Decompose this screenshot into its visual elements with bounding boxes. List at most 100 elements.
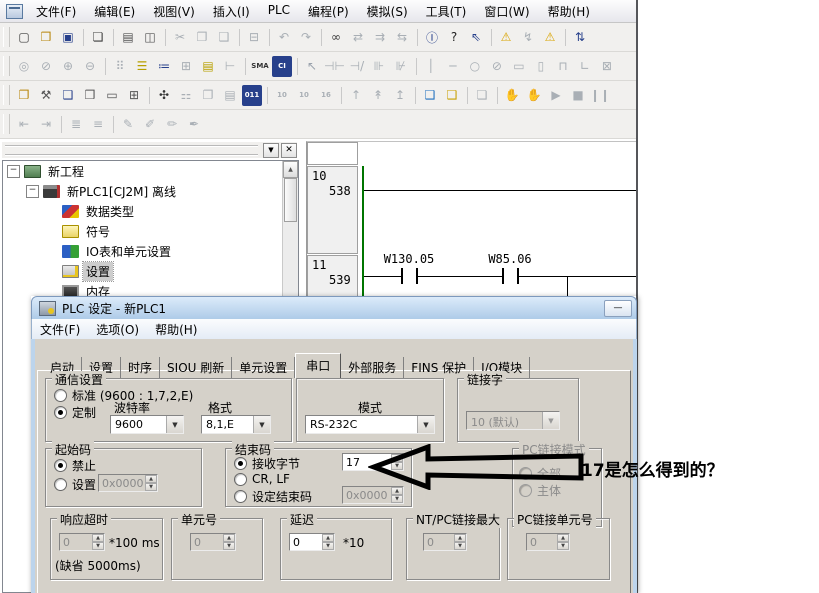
toggle-project-window-button[interactable]: ❐ xyxy=(14,85,34,106)
corner-button[interactable]: ∟ xyxy=(575,56,595,77)
tree-item-symbols[interactable]: 符号 xyxy=(3,221,298,241)
toolbar-grip[interactable] xyxy=(3,114,10,134)
close-icon[interactable]: ✕ xyxy=(281,143,297,158)
ci-window-button[interactable]: CI xyxy=(272,56,292,77)
open-file-button[interactable]: ❒ xyxy=(36,27,56,48)
comment-pen-button[interactable]: ✎ xyxy=(118,114,138,135)
pause-monitor-button[interactable]: ✋ xyxy=(502,85,522,106)
transfer-to-plc-button[interactable]: ↑ xyxy=(346,85,366,106)
tab-siou-refresh[interactable]: SIOU 刷新 xyxy=(160,357,232,378)
find-button[interactable]: ∞ xyxy=(326,27,346,48)
io-comment-button[interactable]: ▤ xyxy=(198,56,218,77)
spin-up-icon[interactable]: ▲ xyxy=(322,534,334,542)
pause-button[interactable]: ❙❙ xyxy=(590,85,610,106)
program-check-button[interactable]: ✣ xyxy=(154,85,174,106)
menu-program[interactable]: 编程(P) xyxy=(299,0,358,23)
cut-button[interactable]: ✂ xyxy=(170,27,190,48)
align-list-button[interactable]: ≣ xyxy=(66,114,86,135)
tree-expand-toggle[interactable]: − xyxy=(26,185,39,198)
menu-insert[interactable]: 插入(I) xyxy=(204,0,259,23)
contact-address[interactable]: W130.05 xyxy=(370,252,448,266)
tab-serial-port[interactable]: 串口 xyxy=(295,353,341,379)
toggle-output-window-button[interactable]: ⚒ xyxy=(36,85,56,106)
toolbar-grip[interactable] xyxy=(3,27,10,47)
radio-start-disable[interactable]: 禁止 xyxy=(54,457,96,474)
symbols-window-button[interactable]: ☰ xyxy=(132,56,152,77)
format-combo[interactable]: 8,1,E ▼ xyxy=(201,415,271,434)
radio-crlf[interactable]: CR, LF xyxy=(234,472,290,486)
compare-with-plc-button[interactable]: ↥ xyxy=(390,85,410,106)
comment-percent-button[interactable]: ✐ xyxy=(140,114,160,135)
dropdown-arrow-icon[interactable]: ▼ xyxy=(253,416,270,433)
toggle-cross-window-button[interactable]: ❒ xyxy=(80,85,100,106)
online-compile-button[interactable]: ↯ xyxy=(518,27,538,48)
delay-spinner[interactable]: 0 ▲▼ xyxy=(289,533,335,551)
tab-timing[interactable]: 时序 xyxy=(121,357,160,378)
horizontal-line-button[interactable]: ─ xyxy=(443,56,463,77)
memory-view-button[interactable]: ▤ xyxy=(220,85,240,106)
tab-external-services[interactable]: 外部服务 xyxy=(341,357,404,378)
select-mode-button[interactable]: ↖ xyxy=(302,56,322,77)
toggle-watch-window-button[interactable]: ❑ xyxy=(58,85,78,106)
comment-delete-button[interactable]: ✒ xyxy=(184,114,204,135)
radio-custom[interactable]: 定制 xyxy=(54,404,96,421)
tree-item-iotable[interactable]: IO表和单元设置 xyxy=(3,241,298,261)
tree-item-datatypes[interactable]: 数据类型 xyxy=(3,201,298,221)
coil-nc-button[interactable]: ⊘ xyxy=(487,56,507,77)
transfer-warning-button[interactable]: ⇅ xyxy=(570,27,590,48)
dropdown-arrow-icon[interactable]: ▼ xyxy=(417,416,434,433)
baud-rate-combo[interactable]: 9600 ▼ xyxy=(110,415,184,434)
contact-nc-button[interactable]: ⊣/ xyxy=(347,56,367,77)
context-help-button[interactable]: ⇖ xyxy=(466,27,486,48)
instruction2-button[interactable]: ▯ xyxy=(531,56,551,77)
contact-or-nc-button[interactable]: ⊮ xyxy=(391,56,411,77)
contact-no-button[interactable]: ⊣⊢ xyxy=(324,56,345,77)
new-file-button[interactable]: ▢ xyxy=(14,27,34,48)
binary-view-button[interactable]: 011 xyxy=(242,85,262,106)
menu-view[interactable]: 视图(V) xyxy=(144,0,204,23)
transfer-from-plc-button[interactable]: ↟ xyxy=(368,85,388,106)
replace-button[interactable]: ⇄ xyxy=(348,27,368,48)
comment-percent2-button[interactable]: ✏ xyxy=(162,114,182,135)
spin-down-icon[interactable]: ▼ xyxy=(322,542,334,550)
contact-address[interactable]: W85.06 xyxy=(471,252,549,266)
scrollbar-thumb[interactable] xyxy=(284,178,297,222)
tree-item-project[interactable]: − 新工程 xyxy=(3,161,298,181)
menu-help[interactable]: 帮助(H) xyxy=(539,0,599,23)
minimize-button[interactable]: — xyxy=(604,300,632,317)
menu-simulation[interactable]: 模拟(S) xyxy=(358,0,417,23)
compile-warning-button[interactable]: ⚠ xyxy=(496,27,516,48)
radio-start-set[interactable]: 设置 xyxy=(54,476,96,493)
find-warning-button[interactable]: ⚠ xyxy=(540,27,560,48)
redo-button[interactable]: ↷ xyxy=(296,27,316,48)
contact-or-no-button[interactable]: ⊪ xyxy=(369,56,389,77)
toggle-address-window-button[interactable]: ▭ xyxy=(102,85,122,106)
find-in-project-button[interactable]: ⇉ xyxy=(370,27,390,48)
tab-unit-settings[interactable]: 单元设置 xyxy=(232,357,295,378)
instruction-button[interactable]: ▭ xyxy=(509,56,529,77)
print-to-report-button[interactable]: ❏ xyxy=(88,27,108,48)
vertical-line-button[interactable]: │ xyxy=(421,56,441,77)
print-preview-button[interactable]: ◫ xyxy=(140,27,160,48)
tree-item-settings[interactable]: 设置 xyxy=(3,261,298,281)
work-online-button[interactable]: ❑ xyxy=(420,85,440,106)
menu-edit[interactable]: 编辑(E) xyxy=(85,0,144,23)
zoom-fit-button[interactable]: ◎ xyxy=(14,56,34,77)
radix-hex-button[interactable]: 16 xyxy=(316,85,336,106)
tree-expand-toggle[interactable]: − xyxy=(7,165,20,178)
radix-decimal-button[interactable]: 10 xyxy=(272,85,292,106)
radio-set-end-code[interactable]: 设定结束码 xyxy=(234,488,312,505)
menu-file[interactable]: 文件(F) xyxy=(27,0,85,23)
find-bit-button[interactable]: ⇆ xyxy=(392,27,412,48)
toolbar-grip[interactable] xyxy=(3,56,10,76)
grid-toggle-button[interactable]: ⠿ xyxy=(110,56,130,77)
copy-button[interactable]: ❐ xyxy=(192,27,212,48)
delete-segment-button[interactable]: ⊠ xyxy=(597,56,617,77)
stop-button[interactable]: ■ xyxy=(568,85,588,106)
dropdown-arrow-icon[interactable]: ▼ xyxy=(166,416,183,433)
indent-left-button[interactable]: ⇤ xyxy=(14,114,34,135)
monitor-mode-button[interactable]: ❏ xyxy=(472,85,492,106)
radio-received-bytes[interactable]: 接收字节 xyxy=(234,455,300,472)
menu-plc[interactable]: PLC xyxy=(259,0,299,23)
properties-button[interactable]: ⊞ xyxy=(124,85,144,106)
